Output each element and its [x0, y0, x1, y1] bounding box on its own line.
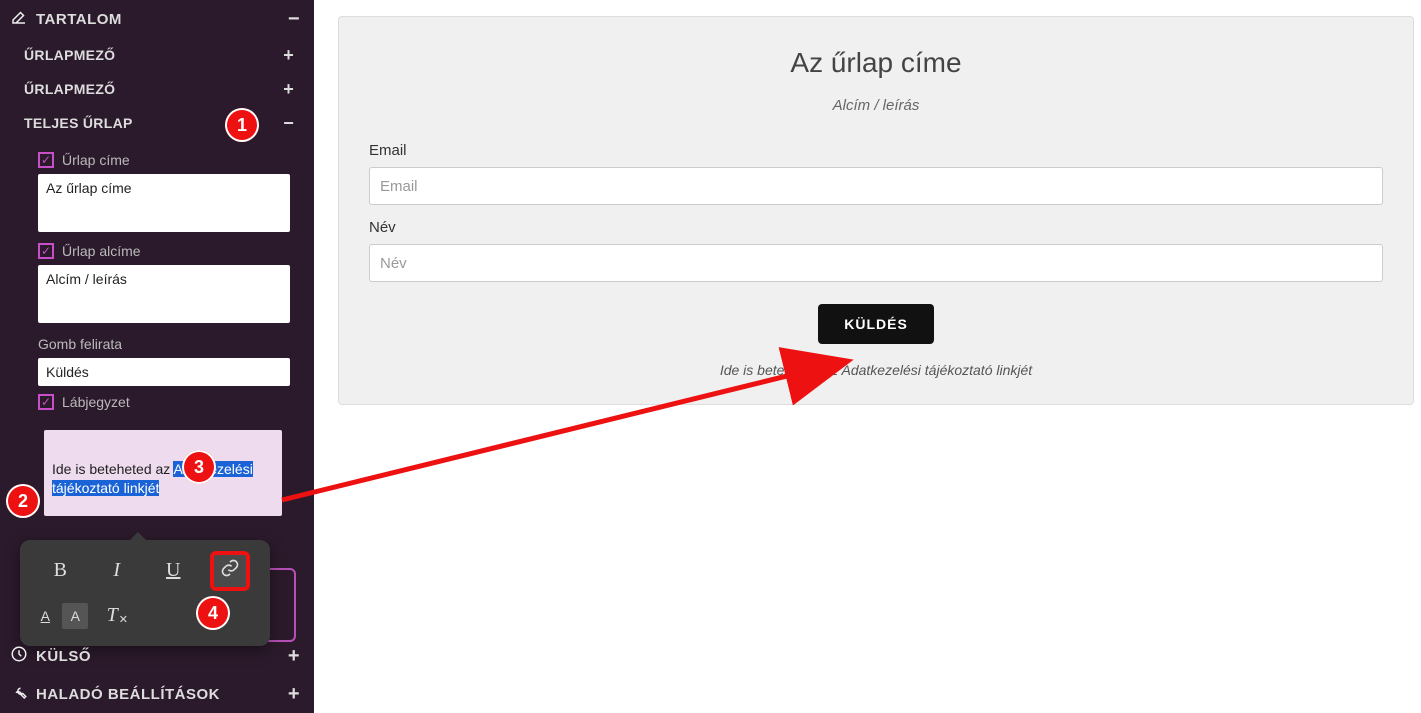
section-advanced[interactable]: HALADÓ BEÁLLÍTÁSOK +: [0, 675, 314, 713]
form-subtitle: Alcím / leírás: [369, 97, 1383, 114]
preview-canvas: Az űrlap címe Alcím / leírás Email Név K…: [314, 0, 1421, 713]
submit-button[interactable]: KÜLDÉS: [818, 304, 934, 344]
checkbox-checked-icon[interactable]: ✓: [38, 394, 54, 410]
annotation-badge-2: 2: [6, 484, 40, 518]
footnote-checkbox-row[interactable]: ✓ Lábjegyzet: [38, 394, 286, 410]
form-footnote: Ide is beteheted az Adatkezelési tájékoz…: [369, 362, 1383, 378]
subitem-fullform[interactable]: TELJES ŰRLAP −: [0, 106, 314, 140]
form-title-input[interactable]: [38, 174, 290, 232]
link-icon: [220, 558, 240, 584]
footnote-text-prefix: Ide is beteheted az: [52, 461, 173, 477]
edit-icon: [10, 8, 28, 30]
annotation-badge-1: 1: [225, 108, 259, 142]
subitem-formfield-1[interactable]: ŰRLAPMEZŐ +: [0, 72, 314, 106]
checkbox-label: Lábjegyzet: [62, 394, 130, 410]
form-preview-card: Az űrlap címe Alcím / leírás Email Név K…: [338, 16, 1414, 405]
app-root: TARTALOM − ŰRLAPMEZŐ + ŰRLAPMEZŐ + TELJE…: [0, 0, 1421, 713]
section-content[interactable]: TARTALOM −: [0, 0, 314, 38]
subitem-label: TELJES ŰRLAP: [24, 115, 133, 131]
section-label: KÜLSŐ: [36, 648, 91, 665]
collapse-icon: −: [288, 9, 300, 29]
expand-icon: +: [288, 684, 300, 704]
checkbox-checked-icon[interactable]: ✓: [38, 243, 54, 259]
checkbox-label: Űrlap címe: [62, 152, 130, 168]
form-title: Az űrlap címe: [369, 47, 1383, 79]
checkbox-label: Űrlap alcíme: [62, 243, 141, 259]
section-label: HALADÓ BEÁLLÍTÁSOK: [36, 686, 220, 703]
wrench-icon: [10, 683, 28, 705]
field-label-email: Email: [369, 142, 1383, 159]
subitem-formfield-0[interactable]: ŰRLAPMEZŐ +: [0, 38, 314, 72]
section-label: TARTALOM: [36, 11, 122, 28]
textcolor-button[interactable]: A: [32, 603, 58, 629]
editor-sidebar: TARTALOM − ŰRLAPMEZŐ + ŰRLAPMEZŐ + TELJE…: [0, 0, 314, 713]
field-label-name: Név: [369, 219, 1383, 236]
footnote-richtext-editor[interactable]: Ide is beteheted az Adatkezelési tájékoz…: [44, 430, 282, 516]
italic-button[interactable]: I: [99, 553, 135, 589]
name-input[interactable]: [369, 244, 1383, 282]
full-form-panel: ✓ Űrlap címe ✓ Űrlap alcíme Gomb felirat…: [0, 140, 314, 522]
annotation-badge-4: 4: [196, 596, 230, 630]
annotation-badge-3: 3: [182, 450, 216, 484]
subitem-label: ŰRLAPMEZŐ: [24, 81, 115, 97]
richtext-toolbar: B I U A A T✕: [20, 540, 270, 646]
link-button[interactable]: [212, 553, 248, 589]
form-subtitle-input[interactable]: [38, 265, 290, 323]
bgcolor-button[interactable]: A: [62, 603, 88, 629]
section-external[interactable]: KÜLSŐ +: [0, 637, 314, 675]
subtitle-checkbox-row[interactable]: ✓ Űrlap alcíme: [38, 243, 286, 259]
subitem-label: ŰRLAPMEZŐ: [24, 47, 115, 63]
title-checkbox-row[interactable]: ✓ Űrlap címe: [38, 152, 286, 168]
underline-button[interactable]: U: [155, 553, 191, 589]
collapse-icon: −: [283, 114, 294, 132]
checkbox-checked-icon[interactable]: ✓: [38, 152, 54, 168]
expand-icon: +: [283, 80, 294, 98]
clear-format-button[interactable]: T✕: [99, 598, 135, 634]
clock-icon: [10, 645, 28, 667]
button-label-caption: Gomb felirata: [38, 336, 286, 352]
bold-button[interactable]: B: [42, 553, 78, 589]
expand-icon: +: [283, 46, 294, 64]
expand-icon: +: [288, 646, 300, 666]
submit-label-input[interactable]: [38, 358, 290, 386]
email-input[interactable]: [369, 167, 1383, 205]
